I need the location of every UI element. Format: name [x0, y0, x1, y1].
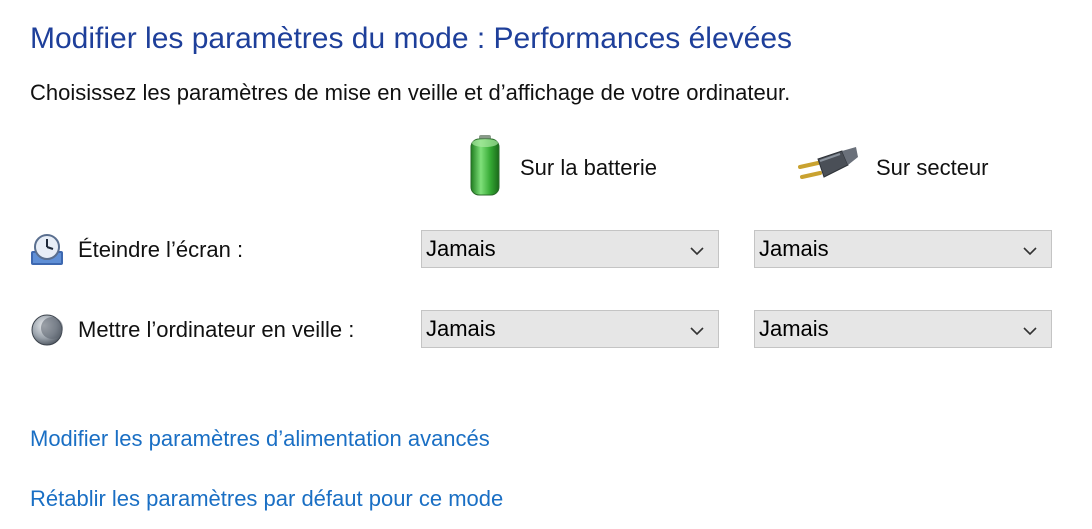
sleep-plugged-select[interactable]: Jamais: [754, 310, 1052, 348]
display-clock-icon: [30, 233, 64, 267]
select-value: Jamais: [426, 316, 496, 341]
advanced-power-settings-link[interactable]: Modifier les paramètres d’alimentation a…: [30, 426, 490, 452]
row-label-text: Mettre l’ordinateur en veille :: [78, 317, 355, 342]
select-value: Jamais: [759, 236, 829, 261]
sleep-moon-icon: [30, 313, 64, 347]
chevron-down-icon: [1023, 236, 1037, 262]
row-label-text: Éteindre l’écran :: [78, 237, 244, 262]
restore-defaults-link[interactable]: Rétablir les paramètres par défaut pour …: [30, 486, 503, 512]
column-label-plugged: Sur secteur: [876, 155, 989, 180]
column-header-battery: Sur la batterie: [466, 133, 657, 203]
power-plan-settings-page: Modifier les paramètres du mode : Perfor…: [0, 0, 1092, 529]
page-subtitle: Choisissez les paramètres de mise en vei…: [30, 80, 791, 105]
page-title: Modifier les paramètres du mode : Perfor…: [30, 22, 793, 55]
chevron-down-icon: [1023, 316, 1037, 342]
select-value: Jamais: [426, 236, 496, 261]
sleep-battery-select[interactable]: Jamais: [421, 310, 719, 348]
display-off-battery-select[interactable]: Jamais: [421, 230, 719, 268]
column-header-plugged: Sur secteur: [796, 136, 989, 200]
row-label-display-off: Éteindre l’écran :: [30, 232, 243, 268]
battery-icon: [466, 133, 504, 203]
power-plug-icon: [796, 143, 860, 193]
column-label-battery: Sur la batterie: [520, 155, 657, 180]
chevron-down-icon: [690, 316, 704, 342]
display-off-plugged-select[interactable]: Jamais: [754, 230, 1052, 268]
chevron-down-icon: [690, 236, 704, 262]
row-label-sleep: Mettre l’ordinateur en veille :: [30, 312, 354, 348]
select-value: Jamais: [759, 316, 829, 341]
